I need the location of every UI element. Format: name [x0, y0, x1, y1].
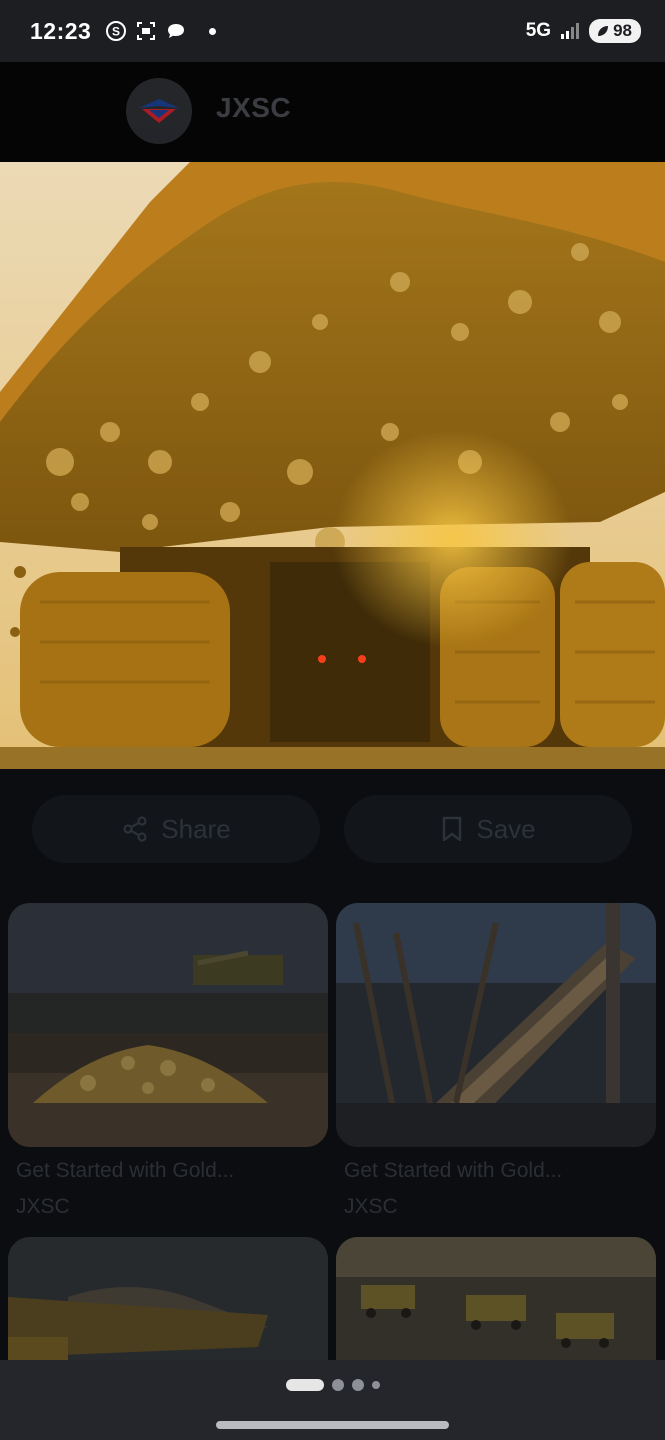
status-bar: 12:23 S 5G 98 — [0, 0, 665, 62]
result-source: JXSC — [344, 1195, 398, 1218]
gold-ore-pile-image — [8, 903, 328, 1147]
share-icon — [123, 816, 147, 842]
page-dot-active[interactable] — [285, 1379, 324, 1391]
chat-bubble-icon — [165, 20, 187, 42]
result-card[interactable]: Get Started with Gold... JXSC — [8, 903, 328, 1219]
result-title[interactable]: Get Started with Gold... — [336, 1159, 656, 1183]
result-source: JXSC — [16, 1195, 70, 1218]
result-card[interactable]: Get Started with Gold... JXSC — [336, 903, 656, 1219]
result-title[interactable]: Get Started with Gold... — [8, 1159, 328, 1183]
jxsc-logo-icon — [139, 99, 179, 123]
mining-truck-image — [0, 162, 665, 769]
brand-name[interactable]: JXSC — [216, 92, 291, 124]
more-notifications-dot — [209, 27, 217, 35]
brand-logo[interactable] — [126, 78, 192, 144]
home-indicator[interactable] — [216, 1421, 449, 1429]
screen: 12:23 S 5G 98 JXSC Share Save Get Starte… — [0, 0, 665, 1440]
hero-image[interactable] — [0, 162, 665, 769]
status-time: 12:23 — [30, 17, 92, 44]
svg-text:S: S — [112, 25, 120, 39]
status-system-icons: 5G 98 — [526, 19, 641, 43]
share-button[interactable]: Share — [32, 795, 320, 863]
leaf-icon — [598, 26, 609, 36]
page-dot[interactable] — [371, 1381, 380, 1389]
screenshot-icon — [135, 20, 157, 42]
page-dot[interactable] — [331, 1379, 344, 1391]
battery-level: 98 — [613, 21, 632, 40]
signal-icon — [559, 20, 581, 42]
bookmark-icon — [443, 816, 462, 842]
result-thumbnail[interactable] — [8, 903, 328, 1147]
result-thumbnail[interactable] — [336, 903, 656, 1147]
bottom-bar — [0, 1360, 665, 1440]
app-header: JXSC — [0, 62, 665, 162]
action-buttons: Share Save — [32, 795, 632, 863]
battery-indicator: 98 — [589, 19, 641, 43]
share-label: Share — [161, 813, 231, 844]
save-button[interactable]: Save — [344, 795, 632, 863]
skype-icon: S — [105, 20, 127, 42]
status-notification-icons: S — [105, 20, 217, 42]
network-type: 5G — [525, 20, 552, 41]
conveyor-image — [336, 903, 656, 1147]
save-label: Save — [476, 813, 536, 844]
page-indicator — [0, 1379, 665, 1391]
page-dot[interactable] — [351, 1379, 364, 1391]
